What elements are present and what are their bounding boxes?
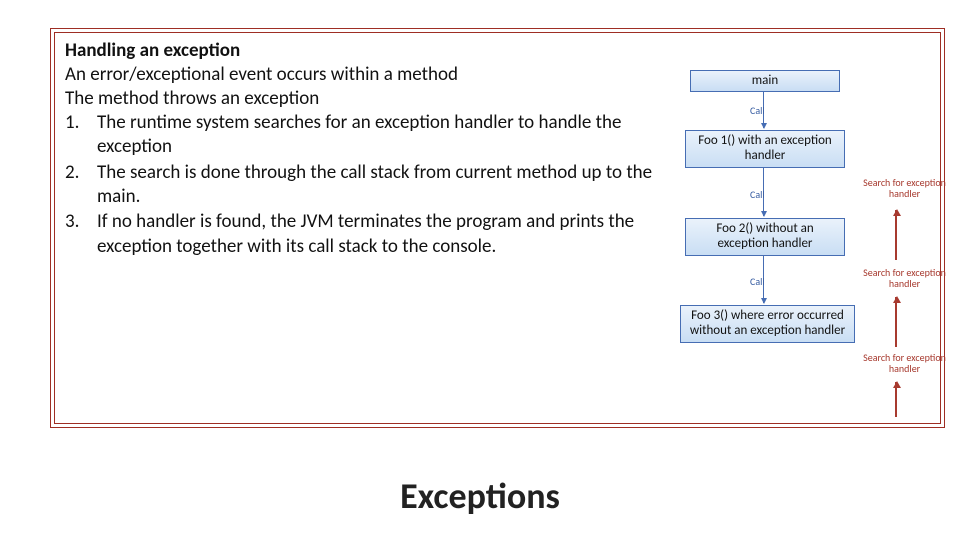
diagram-box-main: main <box>690 70 840 92</box>
list-number: 1. <box>65 111 91 160</box>
list-number: 2. <box>65 161 91 210</box>
arrow-up-icon <box>895 297 897 347</box>
diagram-box-foo3: Foo 3() where error occurred without an … <box>680 305 855 343</box>
list-text: If no handler is found, the JVM terminat… <box>91 210 665 259</box>
list-text: The search is done through the call stac… <box>91 161 665 210</box>
search-label: Search for exception handler <box>857 353 952 374</box>
section-heading: Handling an exception <box>65 39 930 62</box>
numbered-list: 1. The runtime system searches for an ex… <box>65 111 665 259</box>
arrow-up-icon <box>895 210 897 260</box>
call-label: Call <box>750 104 765 117</box>
list-item: 2. The search is done through the call s… <box>65 161 665 210</box>
list-number: 3. <box>65 210 91 259</box>
list-item: 3. If no handler is found, the JVM termi… <box>65 210 665 259</box>
page-title: Exceptions <box>0 474 960 518</box>
call-label: Call <box>750 188 765 201</box>
list-text: The runtime system searches for an excep… <box>91 111 665 160</box>
arrow-up-icon <box>895 382 897 417</box>
call-label: Call <box>750 275 765 288</box>
list-item: 1. The runtime system searches for an ex… <box>65 111 665 160</box>
diagram-box-foo1: Foo 1() with an exception handler <box>685 130 845 168</box>
call-stack-diagram: main Call Foo 1() with an exception hand… <box>670 70 860 410</box>
diagram-box-foo2: Foo 2() without an exception handler <box>685 218 845 256</box>
search-label: Search for exception handler <box>857 178 952 199</box>
search-label: Search for exception handler <box>857 268 952 289</box>
